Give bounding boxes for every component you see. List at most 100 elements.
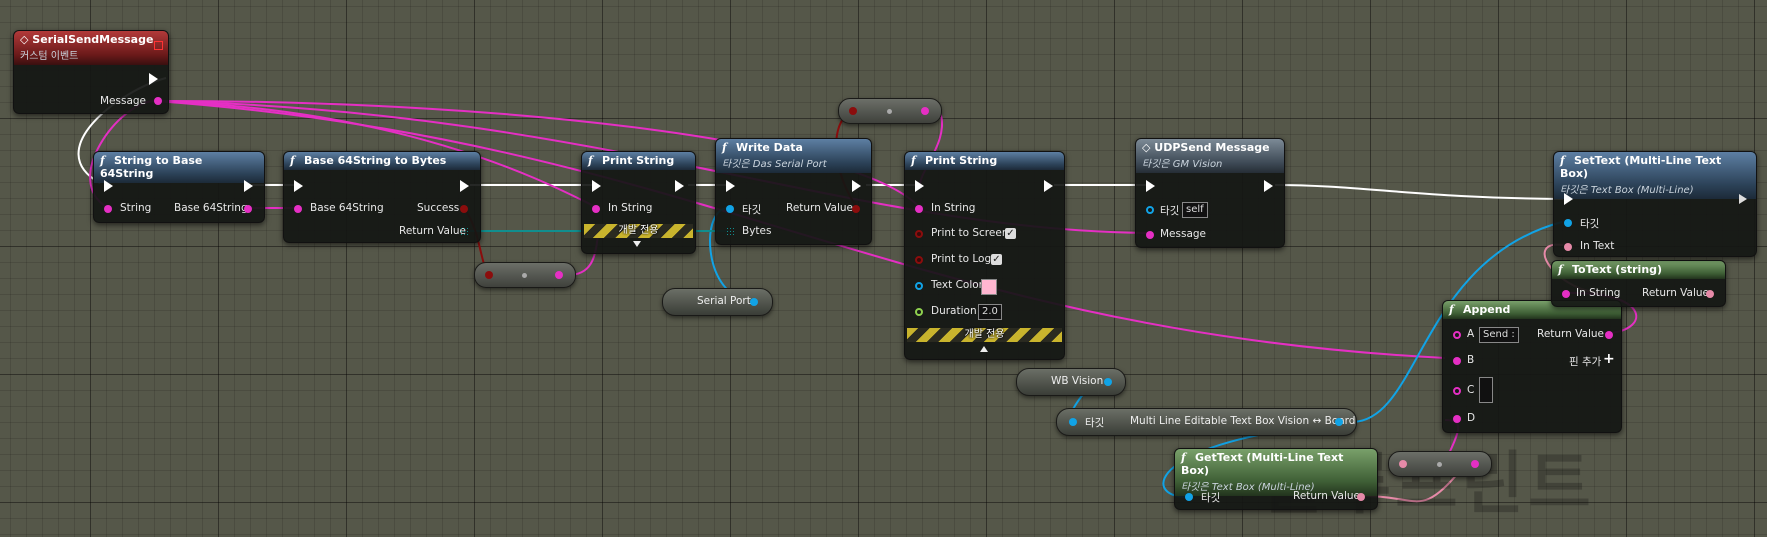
bytes-array-pin-icon[interactable] — [460, 227, 469, 236]
in-string-pin[interactable] — [1562, 290, 1570, 298]
duration-pin[interactable] — [915, 308, 923, 316]
board-output-pin[interactable] — [1335, 418, 1343, 426]
knot-output-pin[interactable] — [555, 271, 563, 279]
udp-send-message-header[interactable]: ◇ UDPSend Message 타깃은 GM Vision — [1136, 139, 1284, 173]
set-text-header[interactable]: f SetText (Multi-Line Text Box) 타깃은 Text … — [1554, 152, 1756, 199]
a-input-pin[interactable] — [1453, 331, 1461, 339]
target-input-pin[interactable] — [1564, 219, 1572, 227]
message-output-pin[interactable] — [154, 97, 162, 105]
knot-input-pin[interactable] — [485, 271, 493, 279]
print-string-node-2[interactable]: f Print String In String Print to Screen … — [904, 151, 1065, 360]
string-input-pin[interactable] — [104, 205, 112, 213]
base64-to-bytes-header[interactable]: f Base 64String to Bytes — [284, 152, 480, 170]
exec-in-pin[interactable] — [726, 180, 735, 192]
add-pin-label[interactable]: 핀 추가 — [1569, 354, 1601, 369]
exec-in-pin[interactable] — [104, 180, 113, 192]
function-icon: f — [1560, 154, 1565, 167]
exec-in-pin[interactable] — [915, 180, 924, 192]
knot-input-pin[interactable] — [1399, 460, 1407, 468]
exec-out-pin[interactable] — [460, 180, 469, 192]
return-value-pin-label: Return Value — [1537, 328, 1605, 340]
get-text-node[interactable]: f GetText (Multi-Line Text Box) 타깃은 Text … — [1174, 448, 1378, 510]
target-input-pin[interactable] — [1185, 493, 1193, 501]
print-to-screen-pin[interactable] — [915, 230, 923, 238]
message-input-pin[interactable] — [1146, 231, 1154, 239]
write-data-header[interactable]: f Write Data 타깃은 Das Serial Port — [716, 139, 871, 173]
append-node[interactable]: f Append A Send : Return Value B 핀 추가 + C… — [1442, 300, 1622, 433]
board-target-input-pin[interactable] — [1069, 418, 1077, 426]
return-value-output-pin[interactable] — [1357, 493, 1365, 501]
return-value-output-pin[interactable] — [1706, 290, 1714, 298]
print-to-log-label: Print to Log — [931, 253, 992, 265]
node-title: Append — [1463, 303, 1511, 316]
knot-output-pin[interactable] — [921, 107, 929, 115]
get-text-header[interactable]: f GetText (Multi-Line Text Box) 타깃은 Text … — [1175, 449, 1377, 496]
knot-output-pin[interactable] — [1471, 460, 1479, 468]
print-to-log-checkbox[interactable]: ✓ — [991, 254, 1002, 265]
text-color-pin[interactable] — [915, 282, 923, 290]
success-output-pin[interactable] — [460, 205, 468, 213]
serial-port-variable[interactable]: Serial Port — [662, 288, 773, 316]
variable-label: Multi Line Editable Text Box Vision ↔ Bo… — [1130, 415, 1356, 427]
target-input-pin[interactable] — [726, 205, 734, 213]
reroute-knot[interactable] — [1388, 451, 1492, 477]
print-to-log-pin[interactable] — [915, 256, 923, 264]
expand-arrow-icon[interactable] — [633, 241, 641, 247]
exec-in-pin[interactable] — [294, 180, 303, 192]
print-string-node-1[interactable]: f Print String In String 개발 전용 — [581, 151, 696, 254]
print-to-screen-checkbox[interactable]: ✓ — [1005, 228, 1016, 239]
target-pin-label: 타깃 — [1580, 218, 1600, 230]
base64-to-bytes-node[interactable]: f Base 64String to Bytes Base 64String Su… — [283, 151, 481, 243]
base64-output-pin[interactable] — [244, 205, 252, 213]
exec-out-pin[interactable] — [149, 73, 158, 85]
wb-vision-variable[interactable]: WB Vision — [1016, 368, 1126, 396]
exec-out-pin[interactable] — [1044, 180, 1053, 192]
to-text-header[interactable]: f ToText (string) — [1552, 261, 1725, 279]
exec-in-pin[interactable] — [592, 180, 601, 192]
string-to-base64-node[interactable]: f String to Base 64String String Base 64S… — [93, 151, 265, 223]
exec-out-pin[interactable] — [1264, 180, 1273, 192]
c-value-field[interactable] — [1479, 377, 1493, 403]
in-text-input-pin[interactable] — [1564, 243, 1572, 251]
exec-in-pin[interactable] — [1146, 180, 1155, 192]
a-value-field[interactable]: Send : — [1479, 327, 1519, 343]
add-pin-plus-icon[interactable]: + — [1603, 351, 1615, 367]
message-pin-label: Message — [1160, 228, 1207, 240]
b-input-pin[interactable] — [1453, 357, 1461, 365]
d-input-pin[interactable] — [1453, 415, 1461, 423]
string-to-base64-header[interactable]: f String to Base 64String — [94, 152, 264, 183]
knot-input-pin[interactable] — [849, 107, 857, 115]
duration-input[interactable]: 2.0 — [978, 304, 1002, 320]
udp-send-message-node[interactable]: ◇ UDPSend Message 타깃은 GM Vision 타깃 self … — [1135, 138, 1285, 248]
write-data-node[interactable]: f Write Data 타깃은 Das Serial Port 타깃 Retur… — [715, 138, 872, 245]
return-value-output-pin[interactable] — [1605, 331, 1613, 339]
base64-input-pin[interactable] — [294, 205, 302, 213]
collapse-arrow-icon[interactable] — [980, 346, 988, 352]
in-string-pin[interactable] — [915, 205, 923, 213]
exec-out-pin[interactable] — [1739, 194, 1747, 204]
return-value-output-pin[interactable] — [852, 205, 860, 213]
reroute-knot[interactable] — [474, 262, 576, 288]
print-string-header[interactable]: f Print String — [582, 152, 695, 170]
serial-send-message-node[interactable]: ◇ SerialSendMessage 커스텀 이벤트 Message — [13, 30, 169, 114]
base64-pin-label: Base 64String — [174, 202, 248, 214]
exec-out-pin[interactable] — [244, 180, 253, 192]
c-input-pin[interactable] — [1453, 387, 1461, 395]
in-string-pin[interactable] — [592, 205, 600, 213]
reroute-knot[interactable] — [838, 98, 942, 124]
to-text-node[interactable]: f ToText (string) In String Return Value — [1551, 260, 1726, 307]
serial-send-message-header[interactable]: ◇ SerialSendMessage 커스텀 이벤트 — [14, 31, 168, 65]
serial-port-output-pin[interactable] — [750, 298, 758, 306]
target-self-field[interactable]: self — [1182, 202, 1208, 218]
wb-vision-output-pin[interactable] — [1104, 378, 1112, 386]
delegate-pin-icon[interactable] — [154, 41, 163, 50]
board-text-box-getter[interactable]: 타깃 Multi Line Editable Text Box Vision ↔… — [1056, 408, 1357, 436]
text-color-swatch[interactable] — [981, 279, 997, 295]
bytes-array-pin-icon[interactable] — [726, 227, 735, 236]
exec-out-pin[interactable] — [852, 180, 861, 192]
print-string-header[interactable]: f Print String — [905, 152, 1064, 170]
exec-in-pin[interactable] — [1564, 193, 1573, 205]
set-text-node[interactable]: f SetText (Multi-Line Text Box) 타깃은 Text … — [1553, 151, 1757, 257]
exec-out-pin[interactable] — [675, 180, 684, 192]
target-input-pin[interactable] — [1146, 206, 1154, 214]
